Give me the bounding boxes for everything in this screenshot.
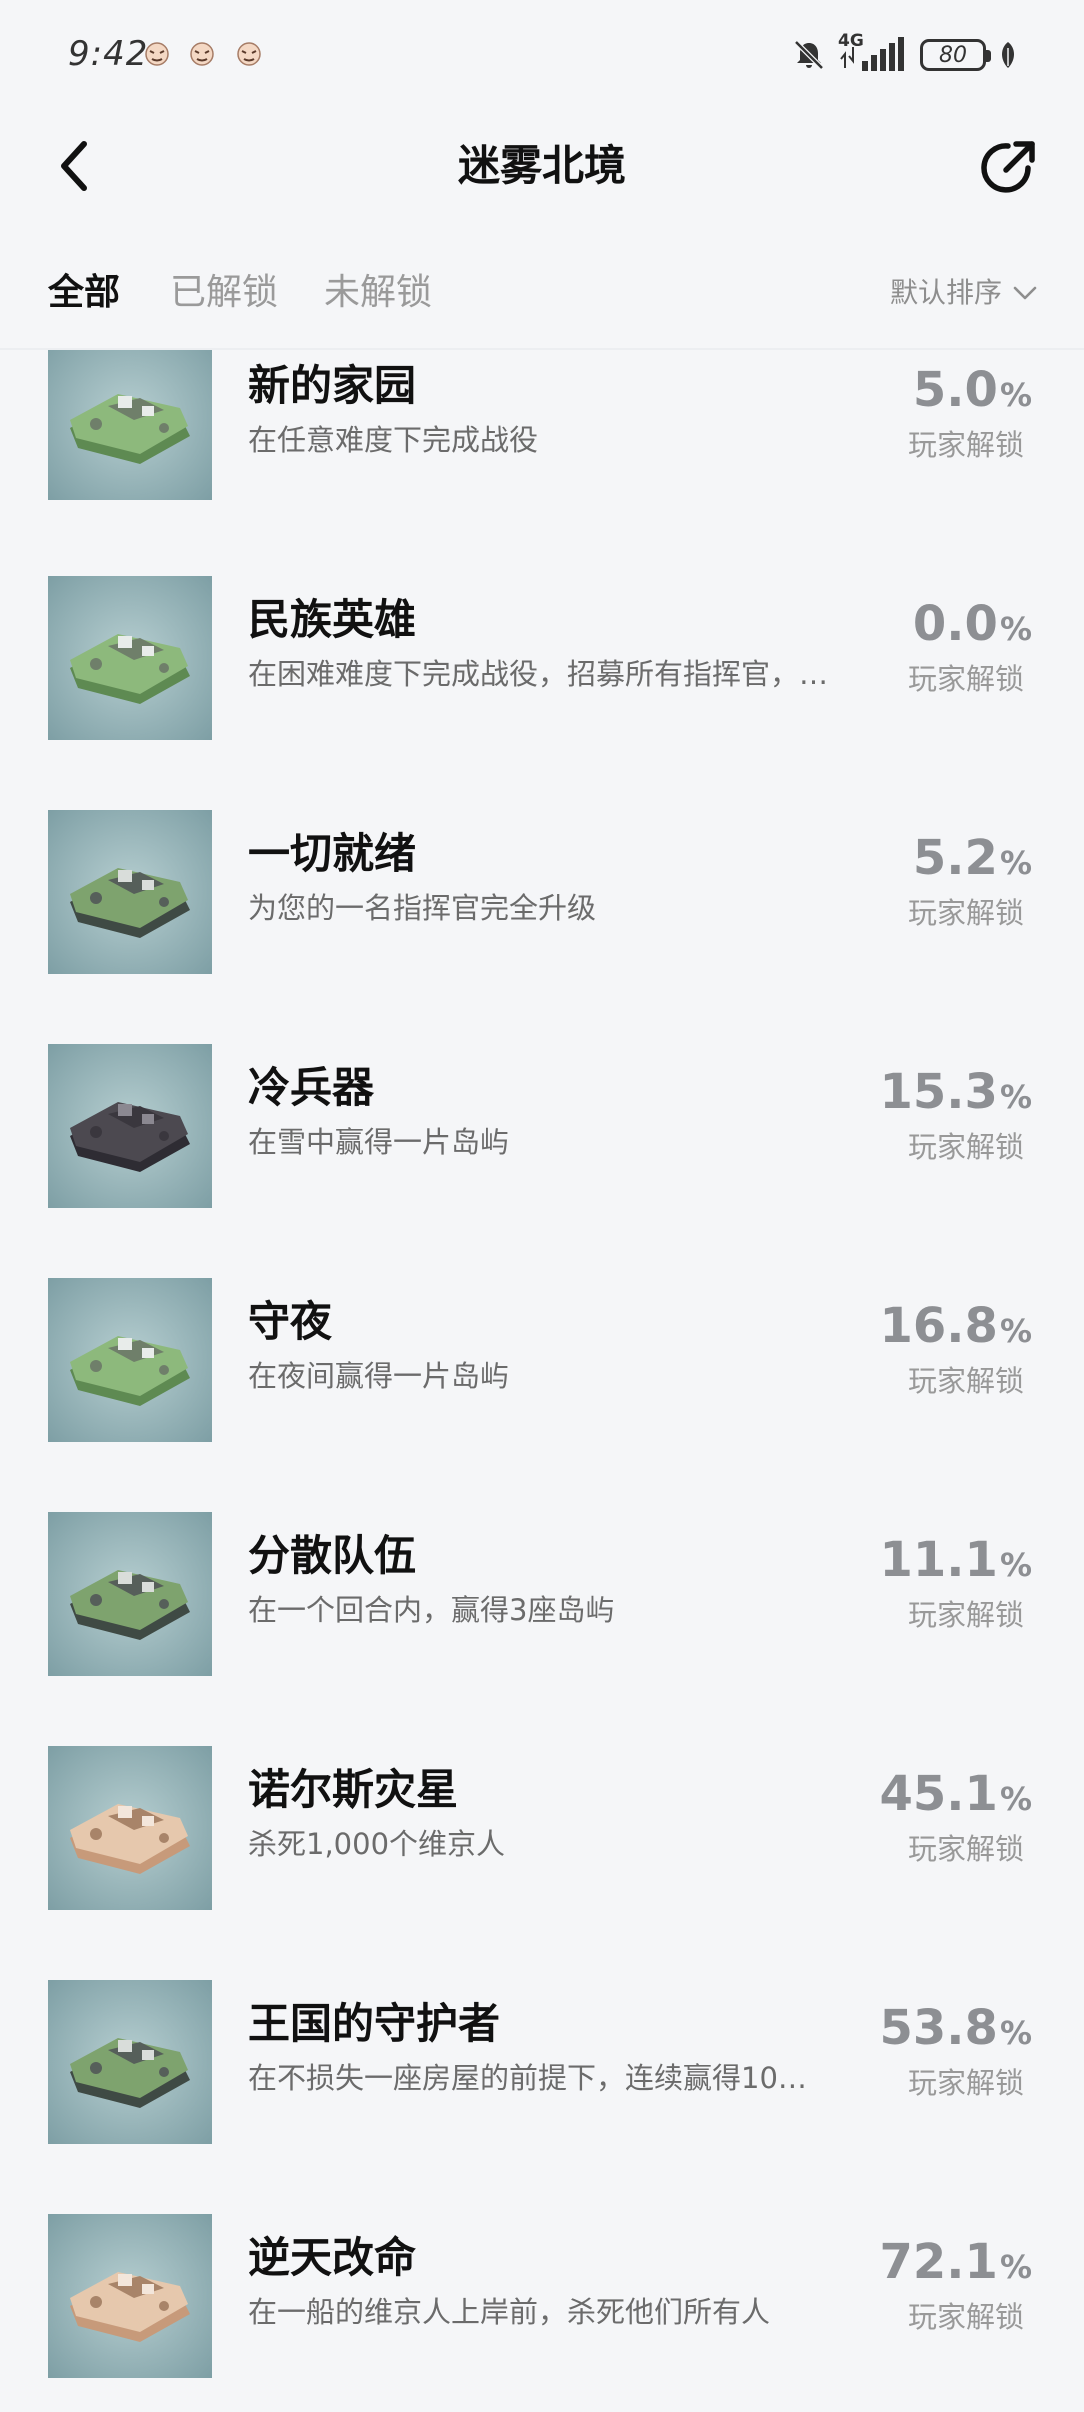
achievement-item[interactable]: 王国的守护者 在不损失一座房屋的前提下，连续赢得10… 53.8% 玩家解锁 xyxy=(0,1980,1084,2214)
achievement-description: 在雪中赢得一片岛屿 xyxy=(248,1125,510,1159)
tab-unlocked[interactable]: 已解锁 xyxy=(170,268,278,318)
sort-label: 默认排序 xyxy=(889,276,1002,309)
emoji-notification-icon xyxy=(237,42,261,66)
achievement-description: 在夜间赢得一片岛屿 xyxy=(248,1359,510,1393)
achievement-description: 在一船的维京人上岸前，杀死他们所有人 xyxy=(248,2295,771,2329)
bell-muted-icon xyxy=(794,40,824,70)
unlock-percentage-value: 45.1 xyxy=(879,1766,998,1822)
status-bar: 9:42 4G 80 xyxy=(0,0,1084,112)
achievement-item[interactable]: 逆天改命 在一船的维京人上岸前，杀死他们所有人 72.1% 玩家解锁 xyxy=(0,2214,1084,2412)
tab-locked[interactable]: 未解锁 xyxy=(324,268,432,318)
unlock-percentage-value: 5.0 xyxy=(912,362,998,418)
page-title: 迷雾北境 xyxy=(457,141,626,190)
unlock-caption: 玩家解锁 xyxy=(907,1130,1024,1164)
share-icon xyxy=(981,141,1035,193)
unlock-percentage-unit: % xyxy=(999,1780,1032,1818)
signal-icon: 4G xyxy=(838,31,908,75)
achievement-item[interactable]: 诺尔斯灾星 杀死1,000个维京人 45.1% 玩家解锁 xyxy=(0,1746,1084,1980)
unlock-percentage-value: 72.1 xyxy=(879,2234,998,2290)
achievement-title: 冷兵器 xyxy=(248,1063,375,1112)
leaf-charging-icon xyxy=(1002,42,1014,68)
unlock-percentage-unit: % xyxy=(999,1546,1032,1584)
unlock-caption: 玩家解锁 xyxy=(907,428,1024,462)
unlock-percentage-unit: % xyxy=(999,1078,1032,1116)
unlock-percentage: 5.0% xyxy=(842,360,1032,425)
emoji-notification-icon xyxy=(145,42,169,66)
achievement-title: 一切就绪 xyxy=(248,829,417,878)
unlock-caption: 玩家解锁 xyxy=(907,896,1024,930)
unlock-caption: 玩家解锁 xyxy=(907,662,1024,696)
unlock-percentage-unit: % xyxy=(999,376,1032,414)
unlock-percentage: 0.0% xyxy=(842,594,1032,659)
achievement-title: 王国的守护者 xyxy=(248,1999,501,2048)
achievement-thumbnail xyxy=(48,350,212,500)
achievement-description: 杀死1,000个维京人 xyxy=(248,1827,506,1861)
achievement-item[interactable]: 新的家园 在任意难度下完成战役 5.0% 玩家解锁 xyxy=(0,350,1084,576)
sort-dropdown[interactable]: 默认排序 xyxy=(890,270,1038,316)
achievement-item[interactable]: 一切就绪 为您的一名指挥官完全升级 5.2% 玩家解锁 xyxy=(0,810,1084,1044)
achievement-item[interactable]: 冷兵器 在雪中赢得一片岛屿 15.3% 玩家解锁 xyxy=(0,1044,1084,1278)
unlock-percentage-unit: % xyxy=(999,2014,1032,2052)
unlock-percentage: 45.1% xyxy=(842,1764,1033,1829)
achievement-list: 新的家园 在任意难度下完成战役 5.0% 玩家解锁 民族英雄 在困难难度下完成战役，招募所… xyxy=(0,350,1084,2412)
unlock-percentage-value: 5.2 xyxy=(912,830,998,886)
achievement-thumbnail xyxy=(48,810,212,974)
achievement-item[interactable]: 民族英雄 在困难难度下完成战役，招募所有指挥官，… 0.0% 玩家解锁 xyxy=(0,576,1084,810)
achievement-thumbnail xyxy=(48,2214,212,2378)
unlock-caption: 玩家解锁 xyxy=(907,2300,1024,2334)
unlock-percentage-unit: % xyxy=(999,2248,1032,2286)
unlock-caption: 玩家解锁 xyxy=(907,1364,1024,1398)
unlock-percentage-value: 53.8 xyxy=(879,2000,998,2056)
battery-level: 80 xyxy=(939,42,967,68)
unlock-percentage-value: 16.8 xyxy=(879,1298,998,1354)
status-time: 9:42 xyxy=(68,34,149,74)
achievement-description: 在任意难度下完成战役 xyxy=(248,423,539,457)
unlock-percentage: 11.1% xyxy=(842,1530,1033,1595)
unlock-percentage: 72.1% xyxy=(842,2232,1033,2297)
header: 迷雾北境 xyxy=(0,112,1084,222)
achievement-item[interactable]: 守夜 在夜间赢得一片岛屿 16.8% 玩家解锁 xyxy=(0,1278,1084,1512)
achievement-description: 在一个回合内，赢得3座岛屿 xyxy=(248,1593,615,1627)
unlock-percentage: 5.2% xyxy=(842,828,1032,893)
achievement-thumbnail xyxy=(48,576,212,740)
achievement-thumbnail xyxy=(48,1746,212,1910)
unlock-percentage: 16.8% xyxy=(842,1296,1033,1361)
unlock-caption: 玩家解锁 xyxy=(907,2066,1024,2100)
achievement-title: 诺尔斯灾星 xyxy=(248,1765,459,1814)
achievement-item[interactable]: 分散队伍 在一个回合内，赢得3座岛屿 11.1% 玩家解锁 xyxy=(0,1512,1084,1746)
emoji-notification-icon xyxy=(190,42,214,66)
achievement-thumbnail xyxy=(48,1512,212,1676)
achievement-description: 为您的一名指挥官完全升级 xyxy=(248,891,597,925)
unlock-percentage-unit: % xyxy=(999,1312,1032,1350)
achievement-title: 守夜 xyxy=(248,1297,333,1346)
achievement-title: 分散队伍 xyxy=(248,1531,417,1580)
unlock-caption: 玩家解锁 xyxy=(907,1598,1024,1632)
unlock-percentage-value: 11.1 xyxy=(879,1532,998,1588)
achievement-title: 民族英雄 xyxy=(248,595,417,644)
unlock-percentage: 15.3% xyxy=(842,1062,1033,1127)
achievement-description: 在不损失一座房屋的前提下，连续赢得10… xyxy=(248,2061,807,2095)
achievement-description: 在困难难度下完成战役，招募所有指挥官，… xyxy=(248,657,829,691)
unlock-percentage-unit: % xyxy=(999,610,1032,648)
tab-all[interactable]: 全部 xyxy=(48,268,120,318)
achievement-title: 新的家园 xyxy=(248,361,417,410)
status-indicators: 4G 80 xyxy=(792,30,1018,80)
unlock-caption: 玩家解锁 xyxy=(907,1832,1024,1866)
achievement-thumbnail xyxy=(48,1044,212,1208)
unlock-percentage-value: 0.0 xyxy=(912,596,998,652)
achievement-thumbnail xyxy=(48,1980,212,2144)
achievement-title: 逆天改命 xyxy=(248,2233,417,2282)
chevron-down-icon xyxy=(1013,286,1037,300)
unlock-percentage-unit: % xyxy=(999,844,1032,882)
battery-icon: 80 xyxy=(920,39,991,71)
achievement-thumbnail xyxy=(48,1278,212,1442)
share-button[interactable] xyxy=(976,136,1040,200)
unlock-percentage: 53.8% xyxy=(842,1998,1033,2063)
filter-tabs: 全部 已解锁 未解锁 默认排序 xyxy=(0,256,1084,326)
unlock-percentage-value: 15.3 xyxy=(879,1064,998,1120)
